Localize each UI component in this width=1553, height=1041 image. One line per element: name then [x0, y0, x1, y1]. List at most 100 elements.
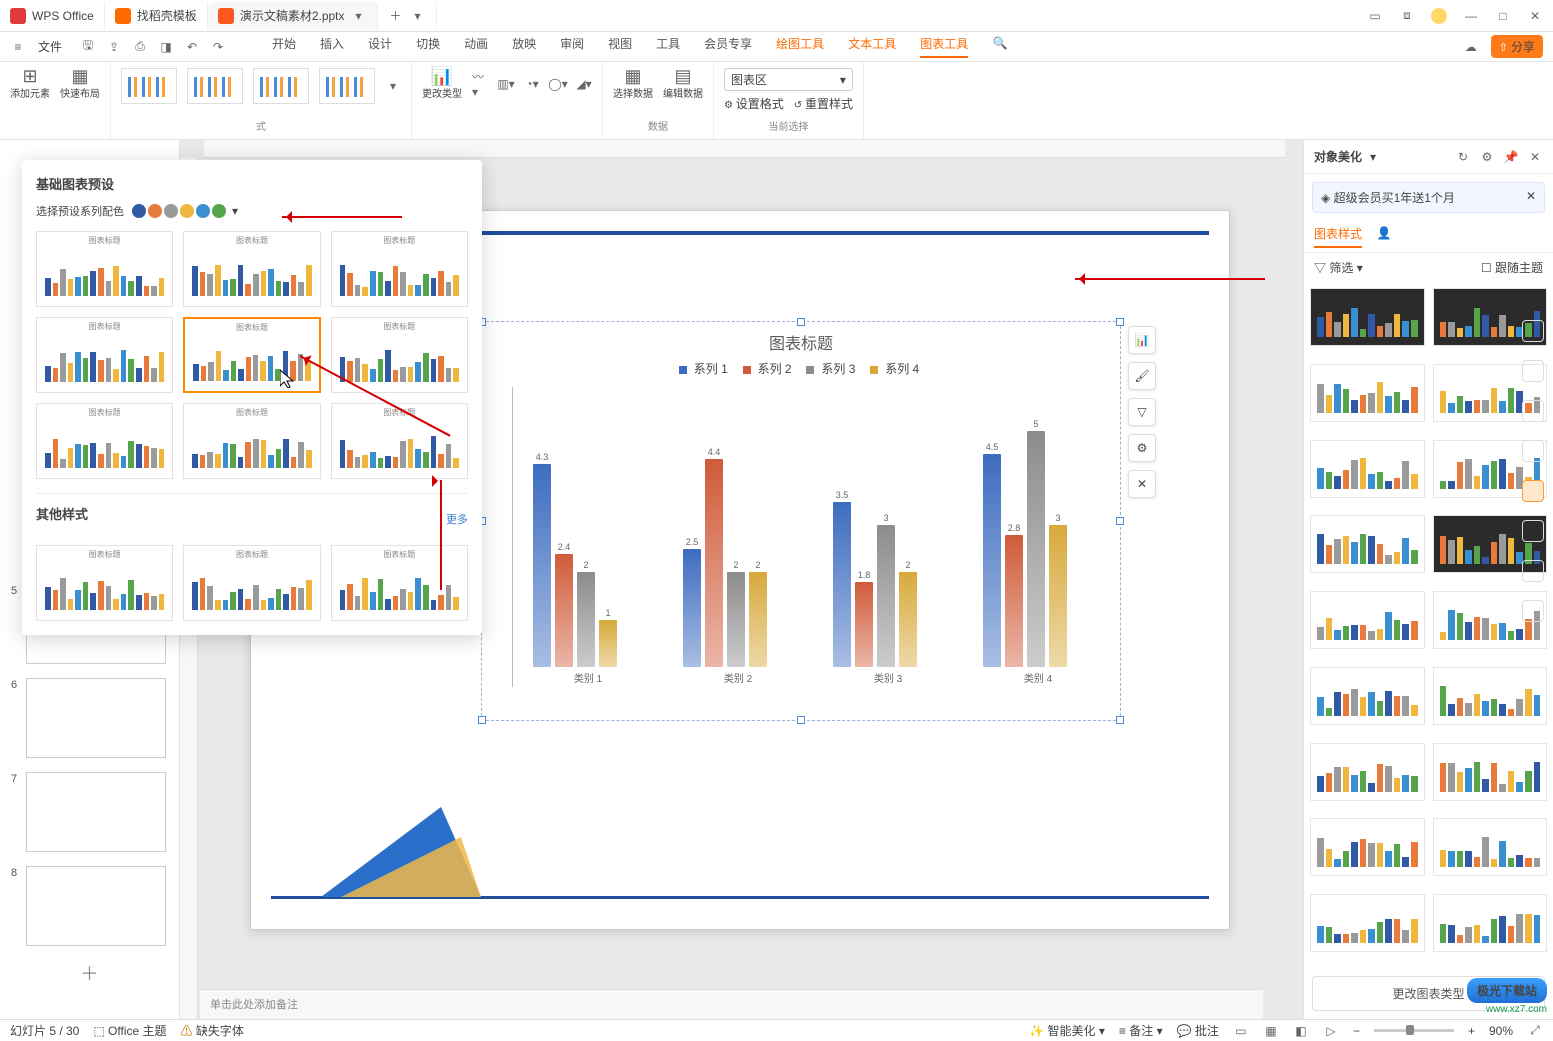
app-tab[interactable]: WPS Office — [0, 2, 105, 30]
tab-start[interactable]: 开始 — [272, 35, 296, 58]
window-icon[interactable]: ▭ — [1367, 8, 1383, 24]
print-icon[interactable]: ⎙ — [132, 39, 148, 55]
tab-view[interactable]: 视图 — [608, 35, 632, 58]
menu-icon[interactable]: ≡ — [10, 39, 26, 55]
chart-preset[interactable]: 图表标题 — [183, 545, 320, 621]
chart-tool-brush-icon[interactable]: 🖌 — [1128, 362, 1156, 390]
chevron-down-icon[interactable]: ▾ — [1370, 150, 1376, 164]
color-dot[interactable] — [132, 204, 146, 218]
style-card[interactable] — [1310, 894, 1425, 952]
slide-thumb[interactable]: 8 — [26, 866, 166, 946]
resize-handle[interactable] — [1116, 517, 1124, 525]
select-data-button[interactable]: ▦选择数据 — [613, 68, 653, 100]
user-avatar[interactable] — [1431, 8, 1447, 24]
template-tab[interactable]: 找稻壳模板 — [105, 2, 208, 30]
area-type-icon[interactable]: ◢▾ — [576, 76, 592, 92]
view-sorter-icon[interactable]: ▦ — [1263, 1023, 1279, 1039]
maximize-icon[interactable]: □ — [1495, 8, 1511, 24]
more-styles-icon[interactable]: ▾ — [385, 78, 401, 94]
save-icon[interactable]: 🖫 — [80, 39, 96, 55]
chart-preset[interactable]: 图表标题 — [183, 403, 320, 479]
more-link[interactable]: 更多 — [446, 511, 468, 527]
notes-button[interactable]: ≡ 备注 ▾ — [1119, 1022, 1163, 1039]
follow-theme-checkbox[interactable]: ☐ 跟随主题 — [1481, 259, 1543, 276]
color-dot[interactable] — [180, 204, 194, 218]
search-icon[interactable]: 🔍 — [992, 35, 1008, 51]
chart-preset[interactable]: 图表标题 — [331, 545, 468, 621]
chart-tool-wrench-icon[interactable]: ✕ — [1128, 470, 1156, 498]
beautify-button[interactable]: ✨ 智能美化 ▾ — [1029, 1022, 1105, 1039]
add-slide-button[interactable]: ＋ — [8, 960, 171, 986]
tab-draw[interactable]: 绘图工具 — [776, 35, 824, 58]
person-icon[interactable]: 👤 — [1376, 225, 1392, 241]
chart-style-thumb[interactable] — [121, 68, 177, 104]
style-card[interactable] — [1310, 818, 1425, 876]
refresh-icon[interactable]: ↻ — [1455, 149, 1471, 165]
color-dots[interactable]: ▾ — [132, 204, 238, 218]
chart-tool-layout-icon[interactable]: 📊 — [1128, 326, 1156, 354]
resize-handle[interactable] — [478, 716, 486, 724]
chart[interactable]: 📊 🖌 ▽ ⚙ ✕ 图表标题 系列 1 系列 2 系列 3 系列 4 4.32.… — [481, 321, 1121, 721]
chart-tool-settings-icon[interactable]: ⚙ — [1128, 434, 1156, 462]
cube-icon[interactable]: ⧈ — [1399, 8, 1415, 24]
share-button[interactable]: ⇧ 分享 — [1491, 35, 1543, 58]
slide-thumb[interactable]: 7 — [26, 772, 166, 852]
change-type-button[interactable]: 📊更改类型 — [422, 68, 462, 100]
set-format-button[interactable]: ⚙ 设置格式 — [724, 95, 784, 112]
zoom-out-button[interactable]: − — [1353, 1024, 1360, 1038]
chart-style-thumb[interactable] — [319, 68, 375, 104]
tab-chart-style[interactable]: 图表样式 — [1314, 225, 1362, 248]
close-icon[interactable]: ✕ — [1527, 8, 1543, 24]
view-reading-icon[interactable]: ◧ — [1293, 1023, 1309, 1039]
undo-icon[interactable]: ↶ — [184, 39, 200, 55]
chart-preset[interactable]: 图表标题 — [331, 403, 468, 479]
bar-type-icon[interactable]: ▥▾ — [498, 76, 514, 92]
style-card[interactable] — [1310, 364, 1425, 422]
rail-icon[interactable] — [1522, 360, 1544, 382]
rail-icon[interactable] — [1522, 560, 1544, 582]
chart-preset[interactable]: 图表标题 — [36, 545, 173, 621]
resize-handle[interactable] — [1116, 716, 1124, 724]
close-panel-icon[interactable]: ✕ — [1527, 149, 1543, 165]
notes-area[interactable]: 单击此处添加备注 — [200, 989, 1263, 1019]
dropdown-icon[interactable]: ▾ — [351, 8, 367, 24]
rail-icon[interactable] — [1522, 400, 1544, 422]
style-card[interactable] — [1433, 667, 1548, 725]
reset-style-button[interactable]: ↺ 重置样式 — [794, 95, 853, 112]
pin-icon[interactable]: 📌 — [1503, 149, 1519, 165]
missing-font[interactable]: ⚠ 缺失字体 — [181, 1022, 244, 1039]
menu-file[interactable]: 文件 — [32, 36, 68, 57]
view-normal-icon[interactable]: ▭ — [1233, 1023, 1249, 1039]
style-card[interactable] — [1433, 743, 1548, 801]
close-icon[interactable]: ✕ — [1526, 189, 1536, 206]
export-icon[interactable]: ⇪ — [106, 39, 122, 55]
color-dot[interactable] — [196, 204, 210, 218]
tab-vip[interactable]: 会员专享 — [704, 35, 752, 58]
gear-icon[interactable]: ⚙ — [1479, 149, 1495, 165]
minimize-icon[interactable]: — — [1463, 8, 1479, 24]
pie-type-icon[interactable]: ◔▾ — [524, 76, 540, 92]
quick-layout-button[interactable]: ▦快速布局 — [60, 68, 100, 100]
rail-icon[interactable] — [1522, 520, 1544, 542]
edit-data-button[interactable]: ▤编辑数据 — [663, 68, 703, 100]
chart-preset[interactable]: 图表标题 — [331, 231, 468, 307]
style-card[interactable] — [1310, 591, 1425, 649]
chart-preset[interactable]: 图表标题 — [36, 317, 173, 393]
tab-animation[interactable]: 动画 — [464, 35, 488, 58]
style-card[interactable] — [1310, 743, 1425, 801]
style-card[interactable] — [1310, 515, 1425, 573]
rail-icon[interactable] — [1522, 440, 1544, 462]
rail-icon[interactable] — [1522, 320, 1544, 342]
tab-chart[interactable]: 图表工具 — [920, 35, 968, 58]
chart-preset[interactable]: 图表标题 — [36, 403, 173, 479]
style-card[interactable] — [1433, 818, 1548, 876]
tab-play[interactable]: 放映 — [512, 35, 536, 58]
line-type-icon[interactable]: 〰▾ — [472, 76, 488, 92]
tab-text[interactable]: 文本工具 — [848, 35, 896, 58]
view-play-icon[interactable]: ▷ — [1323, 1023, 1339, 1039]
ring-type-icon[interactable]: ◯▾ — [550, 76, 566, 92]
rail-icon[interactable] — [1522, 600, 1544, 622]
tab-review[interactable]: 审阅 — [560, 35, 584, 58]
redo-icon[interactable]: ↷ — [210, 39, 226, 55]
style-card[interactable] — [1310, 440, 1425, 498]
